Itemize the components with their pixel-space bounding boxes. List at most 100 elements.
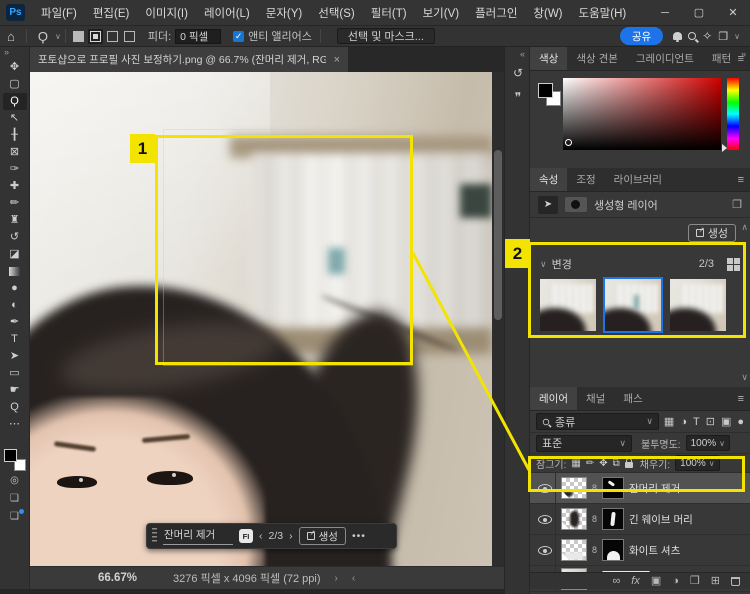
color-field-marker[interactable]	[565, 139, 572, 146]
toolbar-expand-icon[interactable]: »	[0, 47, 9, 59]
visibility-toggle[interactable]	[534, 504, 556, 534]
hue-slider-marker[interactable]	[722, 144, 727, 152]
adjustment-layer-icon[interactable]: ◑	[672, 576, 679, 587]
tab-libraries[interactable]: 라이브러리	[605, 168, 671, 191]
layer-style-fx-icon[interactable]: fx	[631, 576, 640, 587]
move-tool[interactable]: ✥	[3, 59, 27, 76]
canvas[interactable]	[30, 72, 492, 566]
filter-toggle-pin-icon[interactable]: ●	[737, 416, 744, 428]
menu-filter[interactable]: 필터(T)	[364, 2, 414, 24]
opacity-value[interactable]: 100% ∨	[686, 435, 730, 451]
pen-tool[interactable]: ✒	[3, 314, 27, 331]
scrollbar-thumb[interactable]	[494, 150, 502, 320]
new-selection-icon[interactable]	[73, 31, 84, 42]
history-panel-icon[interactable]: ↺	[505, 61, 531, 85]
drag-handle-icon[interactable]	[152, 528, 157, 544]
crop-tool[interactable]: ╂	[3, 127, 27, 144]
variation-thumbnail-3[interactable]	[670, 279, 726, 331]
zoom-level[interactable]: 66.67%	[98, 572, 137, 584]
filter-image-icon[interactable]: ▦	[664, 415, 674, 428]
subtract-selection-icon[interactable]	[107, 31, 118, 42]
workspace-switcher-icon[interactable]: ❐	[718, 30, 728, 43]
dodge-tool[interactable]: ◐	[3, 297, 27, 314]
visibility-toggle[interactable]	[534, 535, 556, 565]
menu-help[interactable]: 도움말(H)	[572, 2, 634, 24]
screen-mode-icon[interactable]: ❏	[3, 489, 27, 507]
minimize-button[interactable]: ─	[648, 1, 682, 25]
eraser-tool[interactable]: ◪	[3, 246, 27, 263]
scroll-up-icon[interactable]: ∧	[741, 222, 748, 233]
scroll-down-icon[interactable]: ∨	[741, 372, 748, 383]
grid-view-icon[interactable]	[727, 258, 740, 271]
layer-thumbnail[interactable]	[561, 508, 587, 530]
status-next-icon[interactable]: ›	[335, 573, 338, 584]
chevron-down-icon[interactable]: ∨	[540, 259, 547, 270]
chevron-down-icon[interactable]: ∨	[55, 32, 61, 41]
home-icon[interactable]: ⌂	[0, 30, 22, 43]
menu-edit[interactable]: 편집(E)	[86, 2, 137, 24]
lock-all-icon[interactable]	[625, 462, 633, 468]
tab-paths[interactable]: 패스	[614, 387, 651, 410]
layer-filter-select[interactable]: 종류 ∨	[536, 413, 659, 430]
history-brush-tool[interactable]: ↺	[3, 229, 27, 246]
mask-link-icon[interactable]: 8	[592, 483, 597, 493]
brush-tool[interactable]: ✏	[3, 195, 27, 212]
filter-frame-icon[interactable]: ⊡	[706, 415, 715, 428]
lock-pixels-icon[interactable]: ✏	[586, 458, 594, 469]
tab-adjustments[interactable]: 조정	[567, 168, 604, 191]
tab-color[interactable]: 색상	[530, 47, 567, 70]
marquee-tool[interactable]: ▢	[3, 76, 27, 93]
gradient-tool[interactable]	[3, 263, 27, 280]
discover-lightbulb-icon[interactable]: ✧	[702, 29, 712, 43]
link-layers-icon[interactable]: ∞	[612, 576, 620, 587]
type-tool[interactable]: T	[3, 331, 27, 348]
frame-tool[interactable]: ⊠	[3, 144, 27, 161]
lasso-tool[interactable]: Ϙ	[3, 93, 27, 110]
layer-thumbnail[interactable]	[561, 539, 587, 561]
generate-button[interactable]: 생성	[688, 224, 736, 242]
fill-value[interactable]: 100% ∨	[675, 455, 719, 471]
clone-stamp-tool[interactable]: ♜	[3, 212, 27, 229]
close-button[interactable]: ✕	[716, 1, 750, 25]
layer-mask-thumbnail[interactable]	[602, 477, 624, 499]
tab-gradients[interactable]: 그레이디언트	[627, 47, 703, 70]
menu-plugins[interactable]: 플러그인	[468, 2, 524, 24]
document-tab[interactable]: 포토샵으로 프로필 사진 보정하기.png @ 66.7% (잔머리 제거, R…	[30, 47, 348, 72]
tab-swatches[interactable]: 색상 견본	[567, 47, 627, 70]
mask-link-icon[interactable]: 8	[592, 545, 597, 555]
add-selection-icon[interactable]	[90, 31, 101, 42]
layer-thumbnail[interactable]	[561, 477, 587, 499]
blur-tool[interactable]: ●	[3, 280, 27, 297]
menu-file[interactable]: 파일(F)	[34, 2, 84, 24]
generate-button[interactable]: 생성	[299, 527, 346, 545]
visibility-toggle[interactable]	[534, 473, 556, 503]
select-and-mask-button[interactable]: 선택 및 마스크...	[337, 28, 435, 44]
delete-layer-icon[interactable]	[731, 577, 740, 586]
status-prev-icon[interactable]: ‹	[352, 573, 355, 584]
antialias-checkbox[interactable]: ✓	[233, 31, 244, 42]
menu-window[interactable]: 창(W)	[526, 2, 569, 24]
intersect-selection-icon[interactable]	[124, 31, 135, 42]
tab-close-icon[interactable]: ×	[334, 54, 340, 66]
panel-menu-icon[interactable]: ≡	[738, 393, 744, 405]
layer-name[interactable]: 잔머리 제거	[629, 481, 680, 496]
lock-transparency-icon[interactable]: ▦	[571, 458, 580, 469]
mask-link-icon[interactable]: 8	[592, 514, 597, 524]
filter-type-icon[interactable]: T	[693, 416, 700, 428]
collapse-panels-icon[interactable]: «	[505, 47, 529, 61]
filter-adjustment-icon[interactable]: ◑	[680, 416, 687, 428]
zoom-tool[interactable]: Q	[3, 399, 27, 416]
color-swatches[interactable]	[4, 449, 26, 471]
lock-artboard-icon[interactable]: ⧉	[613, 458, 620, 469]
layer-name[interactable]: 긴 웨이브 머리	[629, 512, 693, 527]
shape-tool[interactable]: ▭	[3, 365, 27, 382]
contextual-taskbar[interactable]: 잔머리 제거 FI ‹ 2/3 › 생성 •••	[146, 523, 397, 549]
layer-row-long-wave-hair[interactable]: 8 긴 웨이브 머리	[530, 504, 750, 535]
eyedropper-tool[interactable]: ✑	[3, 161, 27, 178]
new-group-icon[interactable]: ❒	[690, 576, 700, 587]
new-layer-icon[interactable]: ⊞	[711, 576, 720, 587]
previous-variation-button[interactable]: ‹	[259, 530, 263, 542]
prompt-input[interactable]: 잔머리 제거	[163, 527, 233, 545]
lock-position-icon[interactable]: ✥	[599, 458, 607, 469]
notifications-bell-icon[interactable]	[673, 32, 682, 40]
